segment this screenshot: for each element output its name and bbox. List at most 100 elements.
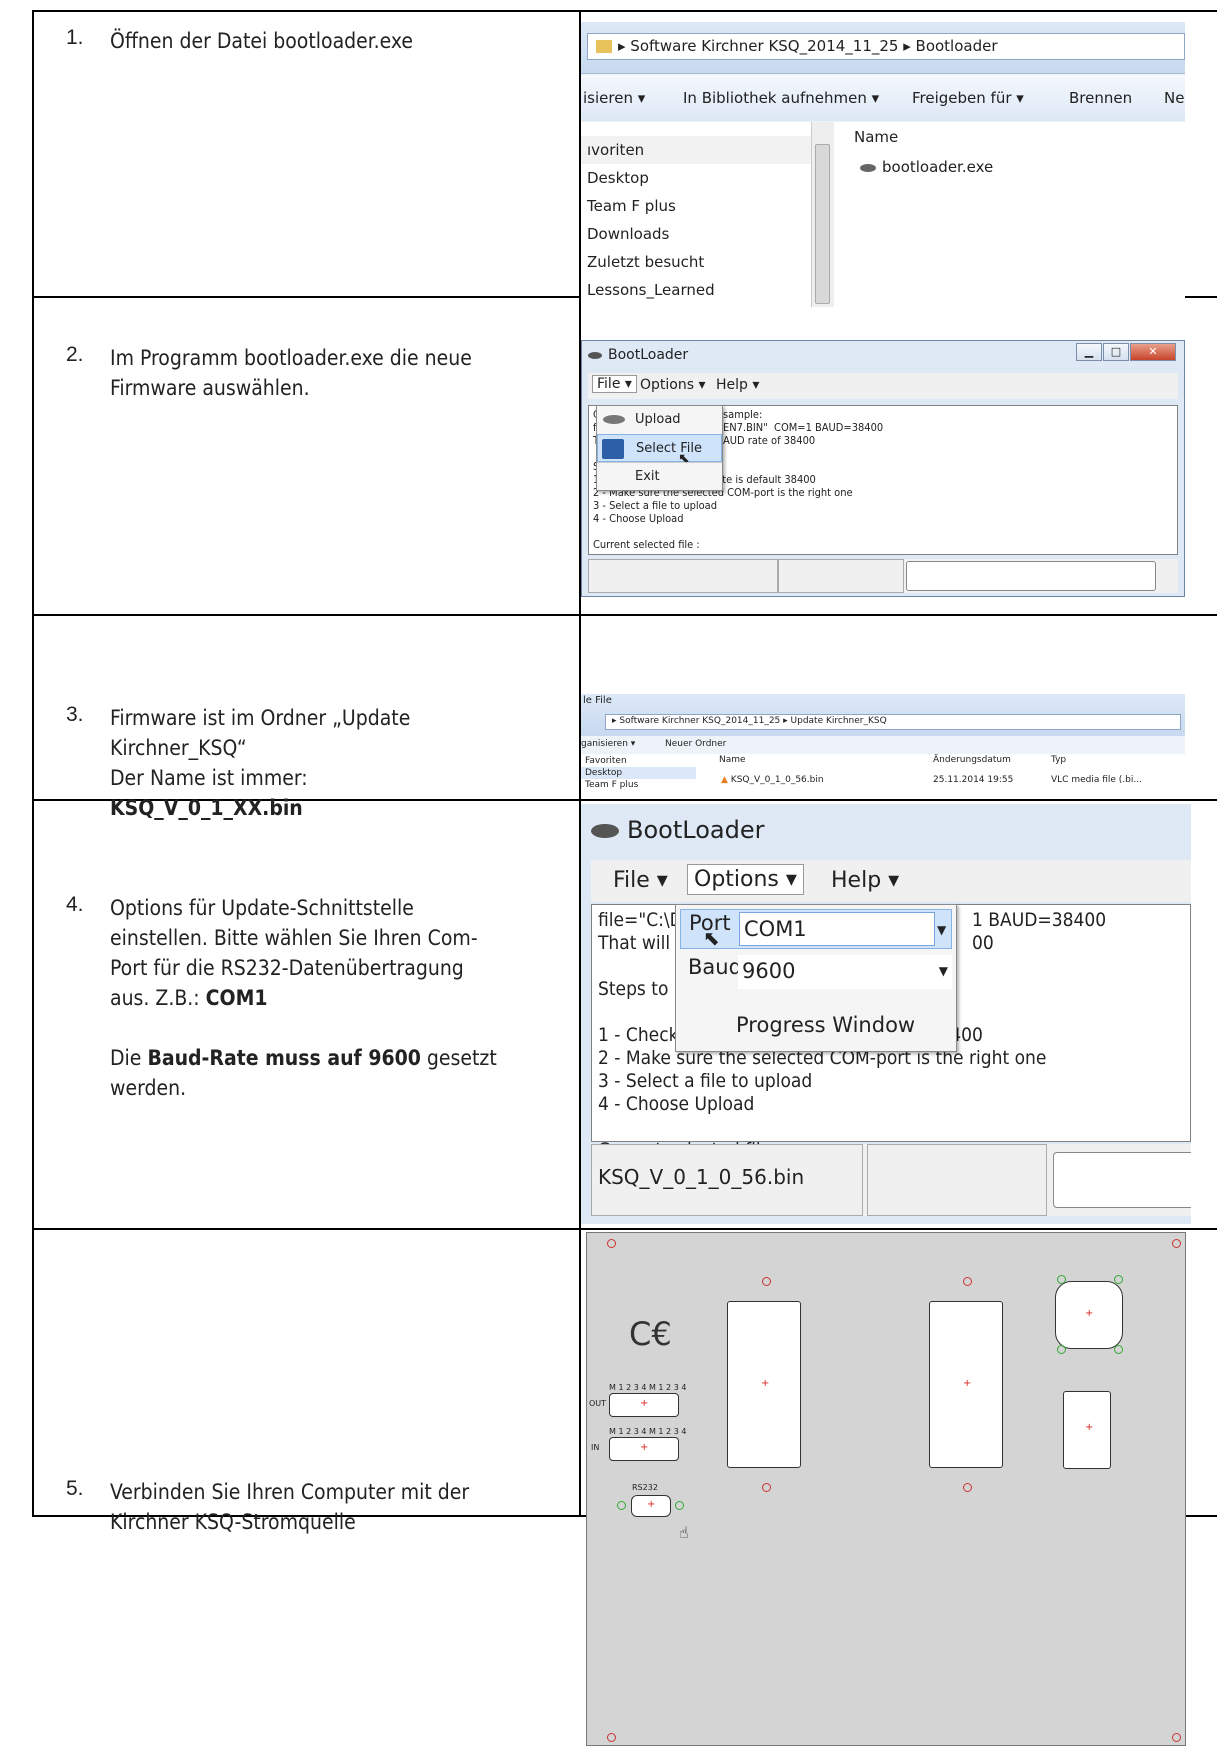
step-1-number: 1. [66, 26, 84, 49]
toolbar-new[interactable]: Ne [1164, 89, 1184, 107]
address-path: ▸ Software Kirchner KSQ_2014_11_25 ▸ Upd… [612, 716, 887, 726]
minimize-button[interactable]: ▁ [1076, 343, 1102, 361]
console-line: 4 - Choose Upload [598, 1093, 755, 1115]
select-file-label: Select File [636, 441, 702, 456]
column-date[interactable]: Änderungsdatum [933, 755, 1011, 765]
front-panel: C€ M 1 2 3 4 M 1 2 3 4 OUT + M 1 2 3 4 M… [586, 1232, 1186, 1746]
toolbar-organize[interactable]: isieren ▾ [583, 89, 645, 107]
menu-item-progress-window[interactable]: Progress Window [736, 1005, 915, 1037]
close-button[interactable]: ✕ [1130, 343, 1176, 361]
console-line-suffix: 1 BAUD=38400 [972, 909, 1107, 931]
step-4-number: 4. [66, 893, 84, 916]
status-bar [588, 559, 1178, 593]
bootloader-screenshot-4: BootLoader File ▾ Options ▾ Help ▾ file=… [581, 804, 1191, 1224]
address-bar-area: ▸ Software Kirchner KSQ_2014_11_25 ▸ Boo… [581, 22, 1185, 74]
options-dropdown-menu: Port ⬉ COM1 ▼ Baud 9600 ▼ Progress Window [675, 904, 957, 1052]
cutout-2: + [929, 1301, 1003, 1468]
step-3-line-3: Der Name ist immer: [110, 766, 308, 790]
sidebar-team-f-plus[interactable]: Team F plus [581, 779, 696, 790]
bootloader-screenshot-2: BootLoader ▁□✕ File ▾ Options ▾ Help ▾ C… [581, 340, 1185, 597]
menu-item-upload[interactable]: Upload [597, 406, 722, 434]
toolbar-organize[interactable]: ganisieren ▾ [581, 739, 635, 749]
window-title: BootLoader [627, 816, 765, 844]
column-name-header[interactable]: Name [854, 128, 898, 146]
window-title-area: BootLoader [591, 816, 764, 844]
sidebar-downloads[interactable]: Downloads [581, 220, 811, 248]
toolbar-add-library[interactable]: In Bibliothek aufnehmen ▾ [683, 89, 879, 107]
menu-file[interactable]: File ▾ [592, 375, 637, 393]
sidebar-recent[interactable]: Zuletzt besucht [581, 248, 811, 276]
file-date: 25.11.2014 19:55 [933, 775, 1014, 785]
step-5-text: Verbinden Sie Ihren Computer mit der Kir… [110, 1477, 550, 1537]
menu-help[interactable]: Help ▾ [716, 377, 759, 393]
ce-logo: C€ [629, 1315, 672, 1353]
step-2-number: 2. [66, 343, 84, 366]
port-select[interactable]: COM1 [739, 912, 935, 946]
cursor-icon: ⬉ [703, 926, 720, 950]
rs232-label: RS232 [632, 1483, 658, 1492]
menu-bar: File ▾ Options ▾ Help ▾ [591, 860, 1191, 902]
step-5-line-2: Kirchner KSQ-Stromquelle [110, 1510, 356, 1534]
progress-bar [906, 561, 1156, 591]
console-line-text: Current selected file : [593, 538, 700, 551]
baud-select[interactable]: 9600 ▼ [738, 955, 952, 989]
menu-options[interactable]: Options ▾ [640, 377, 706, 393]
cutout-1: + [727, 1301, 801, 1468]
console-line-text: sample: [723, 408, 763, 421]
sidebar-favorites[interactable]: ıvoriten [581, 136, 811, 164]
window-title: BootLoader [608, 347, 689, 363]
explorer-screenshot-1: ▸ Software Kirchner KSQ_2014_11_25 ▸ Boo… [581, 22, 1185, 307]
sidebar-desktop[interactable]: Desktop [581, 767, 696, 779]
sidebar-desktop[interactable]: Desktop [581, 164, 811, 192]
chevron-down-icon[interactable]: ▼ [937, 910, 946, 950]
step-3-line-4: KSQ_V_0_1_XX.bin [110, 796, 303, 820]
file-row-ksq-bin[interactable]: ▲ KSQ_V_0_1_0_56.bin 25.11.2014 19:55 VL… [721, 775, 1161, 785]
step-4-p2-prefix: Die [110, 1046, 148, 1070]
menu-file[interactable]: File ▾ [613, 868, 668, 893]
out-label: OUT [589, 1399, 607, 1408]
step-4-para-2: Die Baud-Rate muss auf 9600 gesetzt [110, 1043, 560, 1073]
chevron-down-icon: ▼ [938, 964, 948, 978]
file-row-bootloader[interactable]: bootloader.exe [860, 158, 993, 176]
step-4-line-4-bold: COM1 [205, 986, 268, 1010]
sidebar-lessons-learned[interactable]: Lessons_Learned [581, 276, 811, 304]
step-4-text: Options für Update-Schnittstelle einstel… [110, 893, 560, 1103]
port-value: COM1 [744, 917, 807, 941]
menu-help[interactable]: Help ▾ [831, 868, 899, 893]
menu-item-select-file[interactable]: Select File ⬉ [597, 434, 722, 467]
sidebar-favorites[interactable]: Favoriten [581, 755, 696, 767]
column-type[interactable]: Typ [1051, 755, 1066, 765]
address-bar[interactable]: ▸ Software Kirchner KSQ_2014_11_25 ▸ Upd… [605, 714, 1181, 730]
column-name[interactable]: Name [719, 755, 746, 765]
step-3-number: 3. [66, 703, 84, 726]
menu-options[interactable]: Options ▾ [687, 864, 804, 895]
toolbar-share[interactable]: Freigeben für ▾ [912, 89, 1024, 107]
toolbar-new-folder[interactable]: Neuer Ordner [665, 739, 726, 749]
address-bar[interactable]: ▸ Software Kirchner KSQ_2014_11_25 ▸ Boo… [587, 33, 1185, 60]
nav-sidebar: ıvoriten Desktop Team F plus Downloads Z… [581, 122, 811, 307]
address-bar-area: le File ▸ Software Kirchner KSQ_2014_11_… [581, 694, 1185, 736]
maximize-button[interactable]: □ [1103, 343, 1129, 361]
menu-item-exit[interactable]: Exit [597, 462, 722, 490]
window-titlebar: BootLoader ▁ □ ✕ [582, 341, 1184, 373]
floppy-icon [602, 439, 624, 459]
menu-bar: File ▾ Options ▾ Help ▾ [588, 373, 1178, 399]
app-icon [588, 352, 602, 359]
sidebar-scrollbar[interactable] [811, 122, 833, 307]
console-line-text: 4 - Choose Upload [593, 512, 684, 525]
upload-icon [603, 415, 625, 424]
in-label: IN [591, 1443, 600, 1452]
out-connector: + [609, 1393, 679, 1417]
address-path: ▸ Software Kirchner KSQ_2014_11_25 ▸ Boo… [618, 37, 998, 55]
toolbar-burn[interactable]: Brennen [1069, 89, 1132, 107]
folder-icon [596, 40, 612, 53]
explorer-toolbar: ganisieren ▾ Neuer Ordner [581, 736, 1185, 754]
status-bar: KSQ_V_0_1_0_56.bin [591, 1144, 1191, 1216]
console-line-text: 3 - Select a file to upload [593, 499, 718, 512]
step-5-line-1: Verbinden Sie Ihren Computer mit der [110, 1480, 470, 1504]
baud-row: Baud 9600 ▼ [680, 953, 952, 993]
sidebar-team-f-plus[interactable]: Team F plus [581, 192, 811, 220]
upload-label: Upload [635, 412, 681, 427]
